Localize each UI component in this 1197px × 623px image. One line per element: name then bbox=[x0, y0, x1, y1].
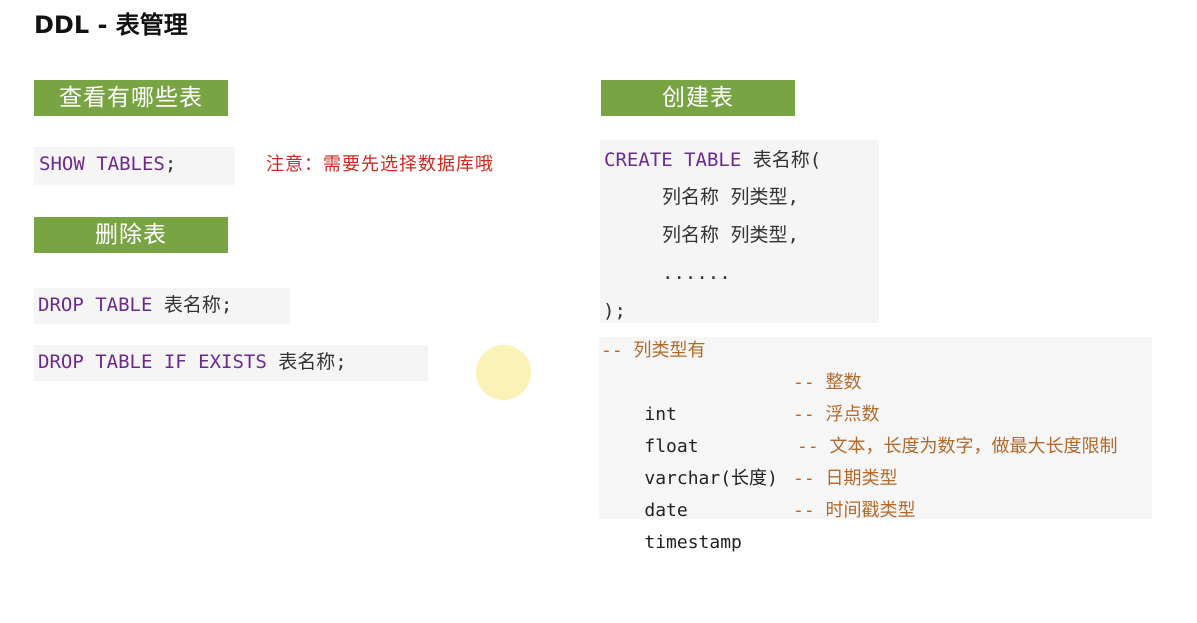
type-row: date -- 日期类型 bbox=[601, 463, 1151, 521]
code-show-tables: SHOW TABLES; bbox=[34, 147, 235, 185]
column-types-box: -- 列类型有 int -- 整数 float -- 浮点数 varchar(长… bbox=[599, 337, 1152, 553]
type-comment: -- 浮点数 bbox=[793, 404, 880, 425]
sql-text: 表名称( bbox=[741, 149, 822, 171]
type-row: int -- 整数 bbox=[601, 367, 1151, 425]
note-select-database: 注意：需要先选择数据库哦 bbox=[266, 154, 494, 175]
sql-keyword: DROP TABLE bbox=[38, 294, 153, 316]
section-header-create-table: 创建表 bbox=[601, 80, 795, 116]
type-row: timestamp -- 时间戳类型 bbox=[601, 495, 1151, 553]
page-title: DDL - 表管理 bbox=[34, 11, 188, 39]
cursor-highlight bbox=[476, 345, 531, 400]
type-name: timestamp bbox=[644, 532, 742, 553]
type-comment: -- 时间戳类型 bbox=[793, 500, 916, 521]
type-comment: -- 文本，长度为数字，做最大长度限制 bbox=[797, 436, 1118, 457]
sql-text: ; bbox=[164, 153, 177, 175]
sql-keyword: CREATE TABLE bbox=[604, 149, 742, 171]
create-line-column-2: 列名称 列类型, bbox=[662, 224, 799, 246]
type-comment: -- 整数 bbox=[793, 372, 862, 393]
sql-text: 表名称; bbox=[266, 351, 347, 373]
code-drop-table-if-exists: DROP TABLE IF EXISTS 表名称; bbox=[34, 345, 428, 381]
sql-keyword: SHOW TABLES bbox=[39, 153, 165, 175]
type-row: varchar(长度) -- 文本，长度为数字，做最大长度限制 bbox=[601, 431, 1151, 489]
sql-keyword: DROP TABLE IF EXISTS bbox=[38, 351, 267, 373]
section-header-drop-table: 删除表 bbox=[34, 217, 228, 253]
create-line-1: CREATE TABLE 表名称( bbox=[604, 141, 821, 179]
type-comment: -- 日期类型 bbox=[793, 468, 898, 489]
create-line-column-1: 列名称 列类型, bbox=[662, 186, 799, 208]
section-header-show-tables: 查看有哪些表 bbox=[34, 80, 228, 116]
create-line-ellipsis: ...... bbox=[662, 262, 731, 284]
sql-text: 表名称; bbox=[152, 294, 233, 316]
types-header-comment: -- 列类型有 bbox=[601, 340, 706, 361]
code-drop-table: DROP TABLE 表名称; bbox=[34, 288, 290, 324]
code-create-table: CREATE TABLE 表名称( 列名称 列类型, 列名称 列类型, ....… bbox=[600, 140, 879, 323]
type-row: float -- 浮点数 bbox=[601, 399, 1151, 457]
create-line-close: ); bbox=[603, 300, 626, 322]
